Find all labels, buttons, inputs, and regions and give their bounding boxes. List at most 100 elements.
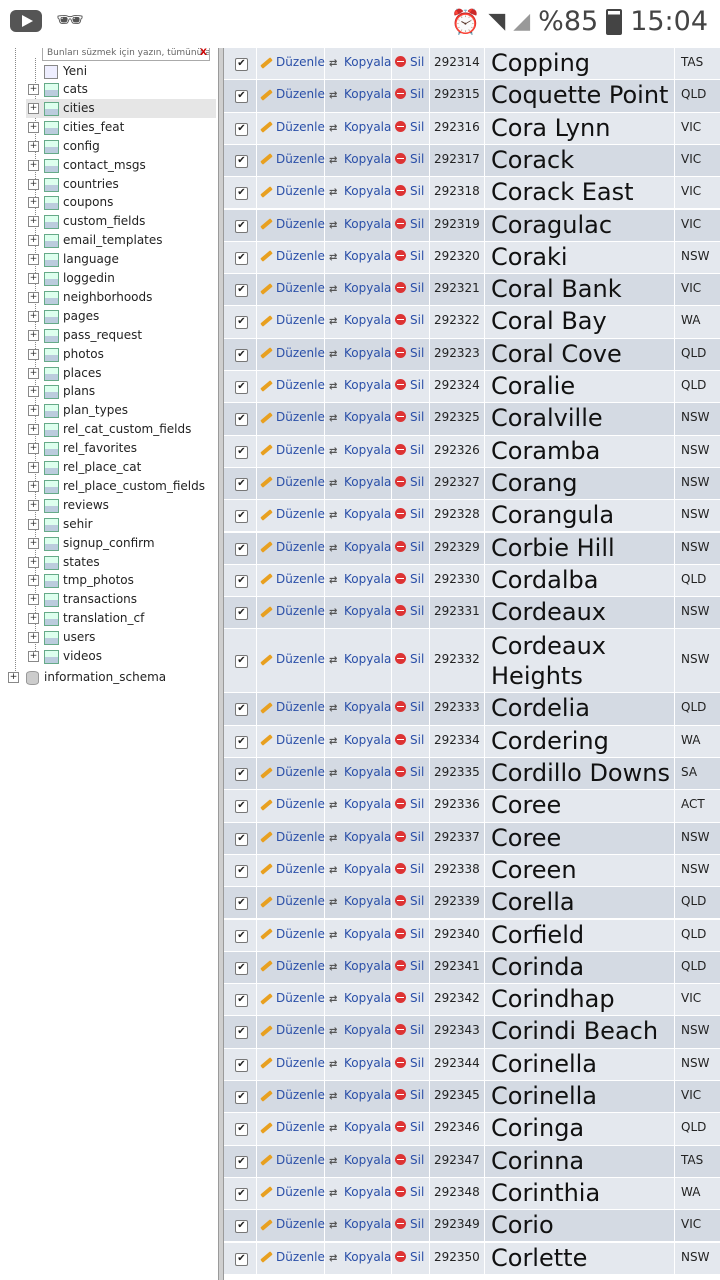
sidebar-item-coupons[interactable]: + coupons — [26, 193, 216, 212]
edit-link[interactable]: Düzenle — [260, 1088, 325, 1102]
edit-link[interactable]: Düzenle — [260, 1056, 325, 1070]
delete-link[interactable]: Sil — [395, 1217, 424, 1231]
delete-link[interactable]: Sil — [395, 378, 424, 392]
delete-link[interactable]: Sil — [395, 475, 424, 489]
edit-link[interactable]: Düzenle — [260, 1023, 325, 1037]
row-checkbox[interactable]: ✔ — [235, 994, 248, 1008]
expand-icon[interactable]: + — [28, 424, 39, 436]
edit-link[interactable]: Düzenle — [260, 410, 325, 424]
edit-link[interactable]: Düzenle — [260, 700, 325, 714]
edit-link[interactable]: Düzenle — [260, 443, 325, 457]
expand-icon[interactable]: + — [28, 216, 39, 228]
expand-icon[interactable]: + — [28, 102, 39, 114]
sidebar-item-plans[interactable]: + plans — [26, 382, 216, 401]
delete-link[interactable]: Sil — [395, 540, 424, 554]
edit-link[interactable]: Düzenle — [260, 652, 325, 666]
sidebar-item-users[interactable]: + users — [26, 628, 216, 647]
sidebar-item-tmp-photos[interactable]: + tmp_photos — [26, 571, 216, 590]
delete-link[interactable]: Sil — [395, 830, 424, 844]
copy-link[interactable]: ⇄ Kopyala — [329, 765, 391, 779]
copy-link[interactable]: ⇄ Kopyala — [329, 1056, 391, 1070]
expand-icon[interactable]: + — [28, 329, 39, 341]
delete-link[interactable]: Sil — [395, 87, 424, 101]
copy-link[interactable]: ⇄ Kopyala — [329, 313, 391, 327]
delete-link[interactable]: Sil — [395, 652, 424, 666]
row-checkbox[interactable]: ✔ — [235, 413, 248, 427]
sidebar-item-custom-fields[interactable]: + custom_fields — [26, 212, 216, 231]
row-checkbox[interactable]: ✔ — [235, 800, 248, 814]
copy-link[interactable]: ⇄ Kopyala — [329, 1250, 391, 1264]
delete-link[interactable]: Sil — [395, 410, 424, 424]
row-checkbox[interactable]: ✔ — [235, 477, 248, 491]
row-checkbox[interactable]: ✔ — [235, 510, 248, 524]
sidebar-item-rel-place-cat[interactable]: + rel_place_cat — [26, 458, 216, 477]
copy-link[interactable]: ⇄ Kopyala — [329, 1088, 391, 1102]
copy-link[interactable]: ⇄ Kopyala — [329, 346, 391, 360]
sidebar-item-reviews[interactable]: + reviews — [26, 496, 216, 515]
delete-link[interactable]: Sil — [395, 281, 424, 295]
sidebar-item-loggedin[interactable]: + loggedin — [26, 269, 216, 288]
row-checkbox[interactable]: ✔ — [235, 316, 248, 330]
delete-link[interactable]: Sil — [395, 733, 424, 747]
edit-link[interactable]: Düzenle — [260, 862, 325, 876]
edit-link[interactable]: Düzenle — [260, 313, 325, 327]
expand-icon[interactable]: + — [28, 84, 39, 95]
copy-link[interactable]: ⇄ Kopyala — [329, 700, 391, 714]
edit-link[interactable]: Düzenle — [260, 152, 325, 166]
sidebar-item-cities[interactable]: + cities — [26, 98, 216, 118]
copy-link[interactable]: ⇄ Kopyala — [329, 927, 391, 941]
expand-icon[interactable]: + — [28, 140, 39, 152]
delete-link[interactable]: Sil — [395, 797, 424, 811]
copy-link[interactable]: ⇄ Kopyala — [329, 604, 391, 618]
sidebar-item-language[interactable]: + language — [26, 250, 216, 269]
copy-link[interactable]: ⇄ Kopyala — [329, 1153, 391, 1167]
row-checkbox[interactable]: ✔ — [235, 574, 248, 588]
delete-link[interactable]: Sil — [395, 1153, 424, 1167]
copy-link[interactable]: ⇄ Kopyala — [329, 410, 391, 424]
expand-icon[interactable]: + — [28, 575, 39, 587]
copy-link[interactable]: ⇄ Kopyala — [329, 475, 391, 489]
row-checkbox[interactable]: ✔ — [235, 381, 248, 394]
row-checkbox[interactable]: ✔ — [235, 961, 248, 975]
row-checkbox[interactable]: ✔ — [235, 154, 248, 168]
sidebar-item-cats[interactable]: + cats — [26, 80, 216, 99]
edit-link[interactable]: Düzenle — [260, 281, 325, 295]
copy-link[interactable]: ⇄ Kopyala — [329, 87, 391, 101]
delete-link[interactable]: Sil — [395, 217, 424, 231]
edit-link[interactable]: Düzenle — [260, 572, 325, 586]
database-information-schema[interactable]: + information_schema — [6, 668, 206, 687]
copy-link[interactable]: ⇄ Kopyala — [329, 443, 391, 457]
expand-icon[interactable]: + — [28, 594, 39, 606]
row-checkbox[interactable]: ✔ — [235, 1187, 248, 1201]
copy-link[interactable]: ⇄ Kopyala — [329, 378, 391, 392]
delete-link[interactable]: Sil — [395, 443, 424, 457]
expand-icon[interactable]: + — [28, 310, 39, 322]
expand-icon[interactable]: + — [28, 254, 39, 266]
row-checkbox[interactable]: ✔ — [235, 897, 248, 911]
sidebar-item-pass-request[interactable]: + pass_request — [26, 326, 216, 345]
delete-link[interactable]: Sil — [395, 927, 424, 941]
delete-link[interactable]: Sil — [395, 959, 424, 973]
row-checkbox[interactable]: ✔ — [235, 542, 248, 556]
row-checkbox[interactable]: ✔ — [235, 284, 248, 298]
row-checkbox[interactable]: ✔ — [235, 832, 248, 846]
sidebar-item-config[interactable]: + config — [26, 137, 216, 156]
sidebar-item-cities-feat[interactable]: + cities_feat — [26, 118, 216, 137]
row-checkbox[interactable]: ✔ — [235, 1123, 248, 1137]
edit-link[interactable]: Düzenle — [260, 733, 325, 747]
sidebar-item-rel-favorites[interactable]: + rel_favorites — [26, 439, 216, 458]
copy-link[interactable]: ⇄ Kopyala — [329, 862, 391, 876]
copy-link[interactable]: ⇄ Kopyala — [329, 959, 391, 973]
delete-link[interactable]: Sil — [395, 991, 424, 1005]
delete-link[interactable]: Sil — [395, 862, 424, 876]
clear-filter-button[interactable]: X — [200, 48, 207, 59]
expand-icon[interactable]: + — [28, 499, 39, 511]
copy-link[interactable]: ⇄ Kopyala — [329, 281, 391, 295]
sidebar-item-neighborhoods[interactable]: + neighborhoods — [26, 288, 216, 307]
delete-link[interactable]: Sil — [395, 700, 424, 714]
delete-link[interactable]: Sil — [395, 346, 424, 360]
copy-link[interactable]: ⇄ Kopyala — [329, 249, 391, 263]
copy-link[interactable]: ⇄ Kopyala — [329, 894, 391, 908]
expand-icon[interactable]: + — [28, 518, 39, 530]
sidebar-item-countries[interactable]: + countries — [26, 175, 216, 194]
